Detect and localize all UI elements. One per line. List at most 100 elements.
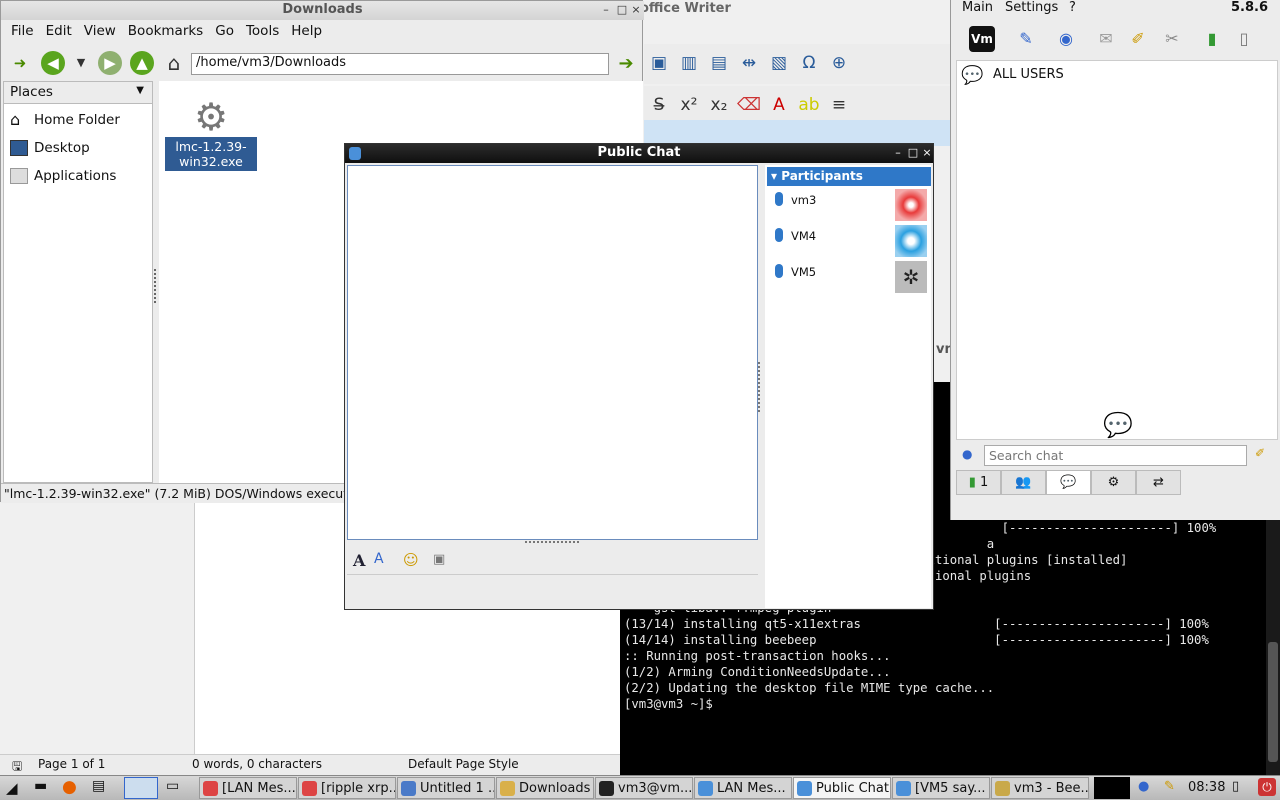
chart-icon[interactable]: ▥ <box>676 50 702 76</box>
terminal-launcher-icon[interactable]: ▭ <box>166 778 179 794</box>
chat-messages[interactable] <box>347 165 758 540</box>
hyperlink-icon[interactable]: ⊕ <box>826 50 852 76</box>
tab-groups[interactable]: 👥 <box>1001 470 1046 495</box>
highlight-icon[interactable]: ab <box>796 92 822 118</box>
close-icon[interactable]: × <box>920 146 934 160</box>
participant-vm4[interactable]: VM4 <box>767 225 929 259</box>
task-ripple[interactable]: [ripple xrp... <box>298 777 396 799</box>
tab-users[interactable]: ▮ 1 <box>956 470 1001 495</box>
task-downloads[interactable]: Downloads <box>496 777 594 799</box>
place-applications[interactable]: Applications <box>4 164 152 190</box>
task-lan-messenger[interactable]: [LAN Mes... <box>199 777 297 799</box>
places-panel: Places ▼ ⌂ Home Folder Desktop Applicati… <box>3 81 153 483</box>
power-icon[interactable]: ⏻ <box>1258 778 1276 796</box>
network-tray-icon[interactable]: ✎ <box>1164 779 1175 794</box>
profile-icon[interactable]: ✎ <box>1013 26 1039 52</box>
up-arrow-icon[interactable]: ➜ <box>8 51 32 75</box>
field-icon[interactable]: ▧ <box>766 50 792 76</box>
file-item[interactable]: ⚙ lmc-1.2.39- win32.exe <box>165 97 257 171</box>
chevron-down-icon[interactable]: ▼ <box>136 85 144 96</box>
beebeep-tray-icon[interactable]: ● <box>1138 779 1149 794</box>
menu-icon[interactable]: ◢ <box>6 779 18 797</box>
history-dropdown-icon[interactable]: ▼ <box>69 51 93 75</box>
menu-go[interactable]: Go <box>209 21 240 39</box>
clear-search-icon[interactable]: ✐ <box>1255 446 1273 464</box>
file-manager-icon[interactable]: ▤ <box>92 778 105 794</box>
subscript-icon[interactable]: x₂ <box>706 92 732 118</box>
minimize-icon[interactable]: – <box>891 146 905 160</box>
menu-view[interactable]: View <box>78 21 122 39</box>
chat-splitter[interactable] <box>525 541 579 547</box>
participant-vm5[interactable]: VM5 ✲ <box>767 261 929 295</box>
page-break-icon[interactable]: ⇹ <box>736 50 762 76</box>
search-chat-input[interactable]: Search chat <box>984 445 1247 466</box>
close-icon[interactable]: × <box>629 3 643 17</box>
home-icon[interactable]: ⌂ <box>162 51 186 75</box>
clear-format-icon[interactable]: ⌫ <box>736 92 762 118</box>
place-desktop[interactable]: Desktop <box>4 136 152 162</box>
menu-main[interactable]: Main <box>962 0 993 15</box>
menu-edit[interactable]: Edit <box>40 21 78 39</box>
tab-shares[interactable]: ⚙ <box>1091 470 1136 495</box>
task-writer[interactable]: Untitled 1 ... <box>397 777 495 799</box>
groups-icon[interactable]: ▮ <box>1199 26 1225 52</box>
maximize-icon[interactable]: □ <box>615 3 629 17</box>
task-public-chat[interactable]: Public Chat <box>793 777 891 799</box>
plugins-icon[interactable]: ✂ <box>1159 26 1185 52</box>
chat-splitter-vertical[interactable] <box>758 362 762 412</box>
volume-icon[interactable]: ▯ <box>1232 779 1239 794</box>
chat-title: Public Chat <box>345 144 933 163</box>
user-status-icon <box>775 192 783 206</box>
menu-help[interactable]: ? <box>1069 0 1076 15</box>
edit-icon[interactable]: ✐ <box>1125 26 1151 52</box>
participant-vm3[interactable]: vm3 <box>767 189 929 223</box>
task-lan-mes[interactable]: LAN Mes... <box>694 777 792 799</box>
places-header[interactable]: Places ▼ <box>4 82 152 104</box>
vm-avatar-icon[interactable]: Vm <box>969 26 995 52</box>
pane-splitter[interactable] <box>154 269 158 303</box>
superscript-icon[interactable]: x² <box>676 92 702 118</box>
chat-format-bar: A A ☺ ▣ <box>347 548 758 574</box>
menu-bookmarks[interactable]: Bookmarks <box>122 21 209 39</box>
participants-header[interactable]: ▾ Participants <box>767 167 931 186</box>
menu-tools[interactable]: Tools <box>240 21 285 39</box>
menu-help[interactable]: Help <box>285 21 328 39</box>
broadcast-icon[interactable]: ✉ <box>1093 26 1119 52</box>
place-home-folder[interactable]: ⌂ Home Folder <box>4 108 152 134</box>
menu-settings[interactable]: Settings <box>1005 0 1058 15</box>
show-desktop-icon[interactable]: ▬ <box>34 778 47 794</box>
font-color-icon[interactable]: A <box>374 551 384 567</box>
tab-files[interactable]: ⇄ <box>1136 470 1181 495</box>
font-color-icon[interactable]: A <box>766 92 792 118</box>
terminal-scroll-thumb[interactable] <box>1268 642 1278 762</box>
tab-chats[interactable]: 💬 <box>1046 470 1091 495</box>
textbox-icon[interactable]: ▤ <box>706 50 732 76</box>
network-icon[interactable]: ◉ <box>1053 26 1079 52</box>
image-icon[interactable]: ▣ <box>646 50 672 76</box>
align-left-icon[interactable]: ≡ <box>826 92 852 118</box>
firefox-icon[interactable]: ● <box>62 777 77 797</box>
back-icon[interactable]: ◀ <box>41 51 65 75</box>
strikethrough-icon[interactable]: S̶ <box>646 92 672 118</box>
task-vm3-beebeep[interactable]: vm3 - Bee... <box>991 777 1089 799</box>
beebeep-icon <box>896 781 911 796</box>
forward-icon[interactable]: ▶ <box>98 51 122 75</box>
trash-icon[interactable]: ▯ <box>1231 26 1257 52</box>
menu-file[interactable]: File <box>1 21 40 39</box>
cpu-monitor <box>1094 777 1130 799</box>
chat-message-input[interactable] <box>347 574 758 608</box>
emoticon-icon[interactable]: ☺ <box>403 551 419 569</box>
workspace-switcher[interactable] <box>124 777 158 799</box>
path-input[interactable]: /home/vm3/Downloads <box>191 53 609 75</box>
all-users-item[interactable]: ALL USERS <box>993 67 1064 82</box>
parent-folder-icon[interactable]: ▲ <box>130 51 154 75</box>
maximize-icon[interactable]: □ <box>906 146 920 160</box>
task-vm5-says[interactable]: [VM5 say... <box>892 777 990 799</box>
go-icon[interactable]: ➔ <box>613 53 639 75</box>
task-terminal[interactable]: vm3@vm... <box>595 777 693 799</box>
special-character-icon[interactable]: Ω <box>796 50 822 76</box>
save-chat-icon[interactable]: ▣ <box>433 552 445 567</box>
font-icon[interactable]: A <box>353 551 365 570</box>
minimize-icon[interactable]: – <box>599 3 613 17</box>
place-label: Desktop <box>34 140 90 156</box>
